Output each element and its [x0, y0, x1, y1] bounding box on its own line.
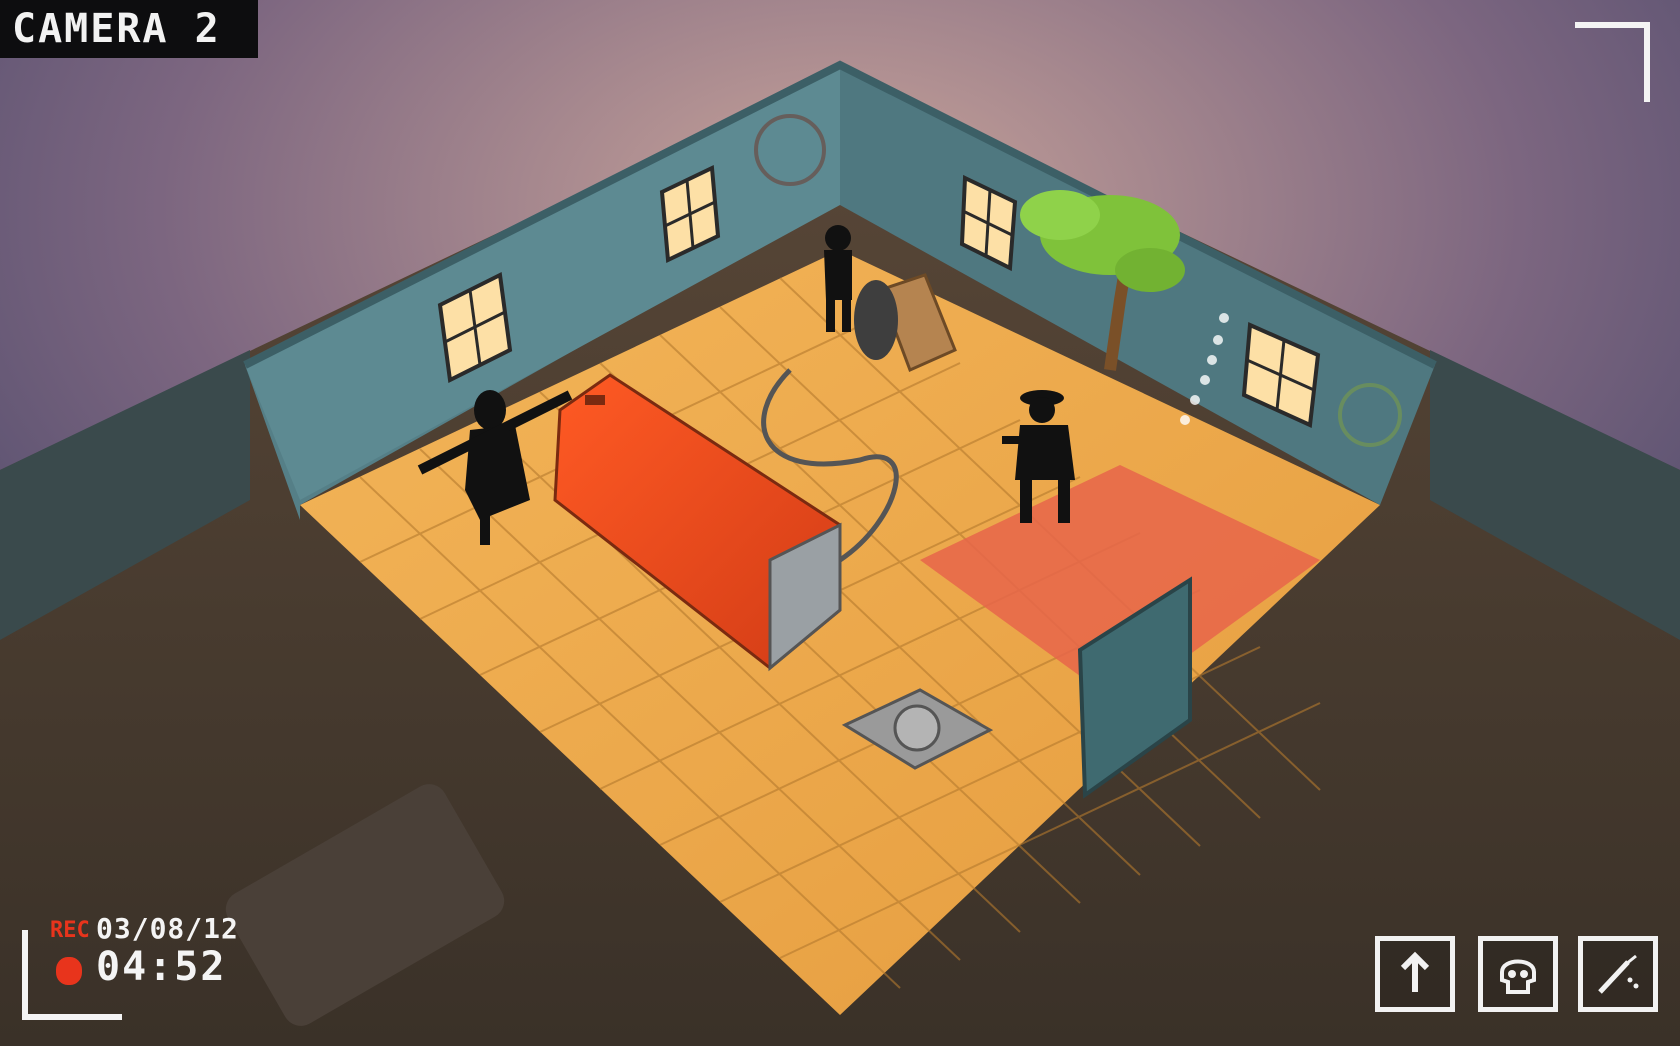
barrel: [854, 280, 898, 360]
rec-date: 03/08/12: [96, 912, 239, 945]
rec-time: 04:52: [96, 944, 227, 990]
knife-icon: [1598, 954, 1639, 994]
skull-button[interactable]: [1478, 936, 1558, 1012]
viewfinder-corner-top-right: [1575, 22, 1650, 102]
camera-label: CAMERA 2: [0, 0, 258, 58]
rec-label: REC: [50, 918, 90, 943]
record-dot-icon: [56, 957, 82, 985]
move-up-button[interactable]: [1375, 936, 1455, 1012]
knife-button[interactable]: [1578, 936, 1658, 1012]
game-scene: [0, 0, 1680, 1046]
skull-icon: [1500, 959, 1536, 994]
arrow-up-icon: [1400, 951, 1430, 992]
